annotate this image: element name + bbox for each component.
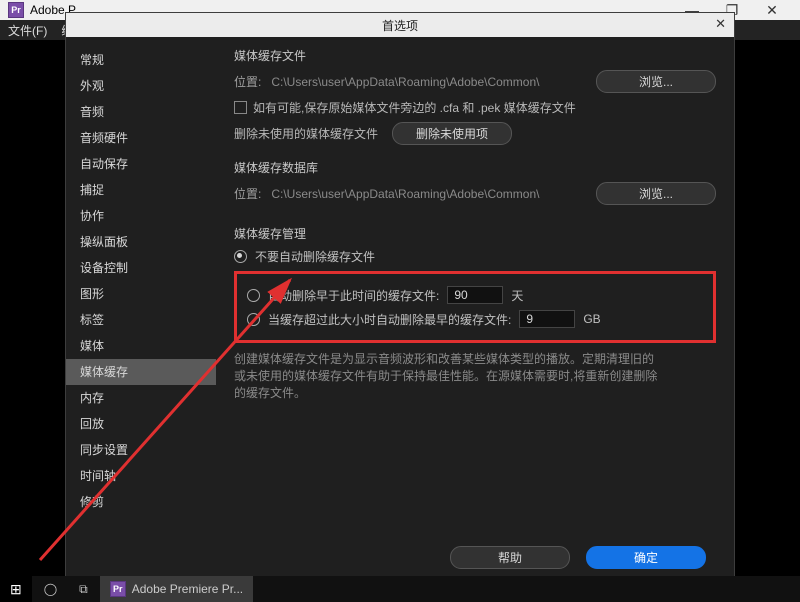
cache-files-path: C:\Users\user\AppData\Roaming\Adobe\Comm…	[271, 75, 586, 89]
delete-unused-button[interactable]: 删除未使用项	[392, 122, 512, 145]
radio-icon[interactable]	[234, 250, 247, 263]
dialog-titlebar: 首选项 ✕	[66, 13, 734, 37]
mgmt-description: 创建媒体缓存文件是为显示音频波形和改善某些媒体类型的播放。定期清理旧的或未使用的…	[234, 351, 664, 402]
dialog-title: 首选项	[382, 17, 418, 34]
sidebar-item-8[interactable]: 设备控制	[66, 255, 216, 281]
dialog-footer: 帮助 确定	[66, 537, 734, 577]
browse-cache-db-button[interactable]: 浏览...	[596, 182, 716, 205]
sidebar-item-11[interactable]: 媒体	[66, 333, 216, 359]
radio-delete-by-age[interactable]: 自动删除早于此时间的缓存文件: 90 天	[247, 286, 703, 304]
sidebar-item-4[interactable]: 自动保存	[66, 151, 216, 177]
taskview-button[interactable]: ⧉	[69, 576, 98, 602]
radio-age-label: 自动删除早于此时间的缓存文件:	[268, 287, 439, 304]
section-cache-mgmt: 媒体缓存管理	[234, 225, 716, 242]
radio-icon[interactable]	[247, 289, 260, 302]
sidebar-item-9[interactable]: 图形	[66, 281, 216, 307]
age-unit: 天	[511, 287, 523, 304]
sidebar-item-15[interactable]: 同步设置	[66, 437, 216, 463]
taskbar-app-label: Adobe Premiere Pr...	[132, 582, 243, 596]
delete-unused-row: 删除未使用的媒体缓存文件 删除未使用项	[234, 122, 716, 145]
save-copies-row[interactable]: 如有可能,保存原始媒体文件旁边的 .cfa 和 .pek 媒体缓存文件	[234, 99, 716, 116]
age-input[interactable]: 90	[447, 286, 503, 304]
radio-icon[interactable]	[247, 313, 260, 326]
sidebar-item-14[interactable]: 回放	[66, 411, 216, 437]
cache-db-path: C:\Users\user\AppData\Roaming\Adobe\Comm…	[271, 187, 586, 201]
sidebar-item-16[interactable]: 时间轴	[66, 463, 216, 489]
section-cache-db: 媒体缓存数据库	[234, 159, 716, 176]
taskbar-app-premiere[interactable]: Pr Adobe Premiere Pr...	[100, 576, 253, 602]
location-label: 位置:	[234, 73, 261, 90]
help-button[interactable]: 帮助	[450, 546, 570, 569]
radio-no-auto-delete[interactable]: 不要自动删除缓存文件	[234, 248, 716, 265]
sidebar-item-12[interactable]: 媒体缓存	[66, 359, 216, 385]
checkbox-icon[interactable]	[234, 101, 247, 114]
app-icon: Pr	[8, 2, 24, 18]
preferences-sidebar: 常规外观音频音频硬件自动保存捕捉协作操纵面板设备控制图形标签媒体媒体缓存内存回放…	[66, 37, 216, 537]
radio-no-auto-delete-label: 不要自动删除缓存文件	[255, 248, 375, 265]
cache-db-location-row: 位置: C:\Users\user\AppData\Roaming\Adobe\…	[234, 182, 716, 205]
app-icon: Pr	[110, 581, 126, 597]
cache-mgmt-group: 不要自动删除缓存文件 自动删除早于此时间的缓存文件: 90 天 当缓存超过此大小…	[234, 248, 716, 402]
dialog-close-button[interactable]: ✕	[715, 16, 726, 32]
cortana-button[interactable]: ◯	[34, 576, 67, 602]
location-label: 位置:	[234, 185, 261, 202]
delete-unused-label: 删除未使用的媒体缓存文件	[234, 125, 378, 142]
sidebar-item-1[interactable]: 外观	[66, 73, 216, 99]
radio-delete-by-size[interactable]: 当缓存超过此大小时自动删除最早的缓存文件: 9 GB	[247, 310, 703, 328]
sidebar-item-2[interactable]: 音频	[66, 99, 216, 125]
taskbar: ⊞ ◯ ⧉ Pr Adobe Premiere Pr...	[0, 576, 800, 602]
start-button[interactable]: ⊞	[0, 576, 32, 602]
close-window-button[interactable]: ✕	[752, 2, 792, 19]
cache-files-location-row: 位置: C:\Users\user\AppData\Roaming\Adobe\…	[234, 70, 716, 93]
sidebar-item-0[interactable]: 常规	[66, 47, 216, 73]
annotation-highlight-box: 自动删除早于此时间的缓存文件: 90 天 当缓存超过此大小时自动删除最早的缓存文…	[234, 271, 716, 343]
size-input[interactable]: 9	[519, 310, 575, 328]
sidebar-item-6[interactable]: 协作	[66, 203, 216, 229]
sidebar-item-13[interactable]: 内存	[66, 385, 216, 411]
browse-cache-files-button[interactable]: 浏览...	[596, 70, 716, 93]
ok-button[interactable]: 确定	[586, 546, 706, 569]
save-copies-label: 如有可能,保存原始媒体文件旁边的 .cfa 和 .pek 媒体缓存文件	[253, 99, 576, 116]
radio-size-label: 当缓存超过此大小时自动删除最早的缓存文件:	[268, 311, 511, 328]
size-unit: GB	[583, 312, 600, 326]
section-cache-files: 媒体缓存文件	[234, 47, 716, 64]
menu-file[interactable]: 文件(F)	[8, 22, 47, 39]
sidebar-item-3[interactable]: 音频硬件	[66, 125, 216, 151]
sidebar-item-17[interactable]: 修剪	[66, 489, 216, 515]
sidebar-item-10[interactable]: 标签	[66, 307, 216, 333]
preferences-dialog: 首选项 ✕ 常规外观音频音频硬件自动保存捕捉协作操纵面板设备控制图形标签媒体媒体…	[65, 12, 735, 578]
sidebar-item-5[interactable]: 捕捉	[66, 177, 216, 203]
sidebar-item-7[interactable]: 操纵面板	[66, 229, 216, 255]
preferences-content: 媒体缓存文件 位置: C:\Users\user\AppData\Roaming…	[216, 37, 734, 537]
